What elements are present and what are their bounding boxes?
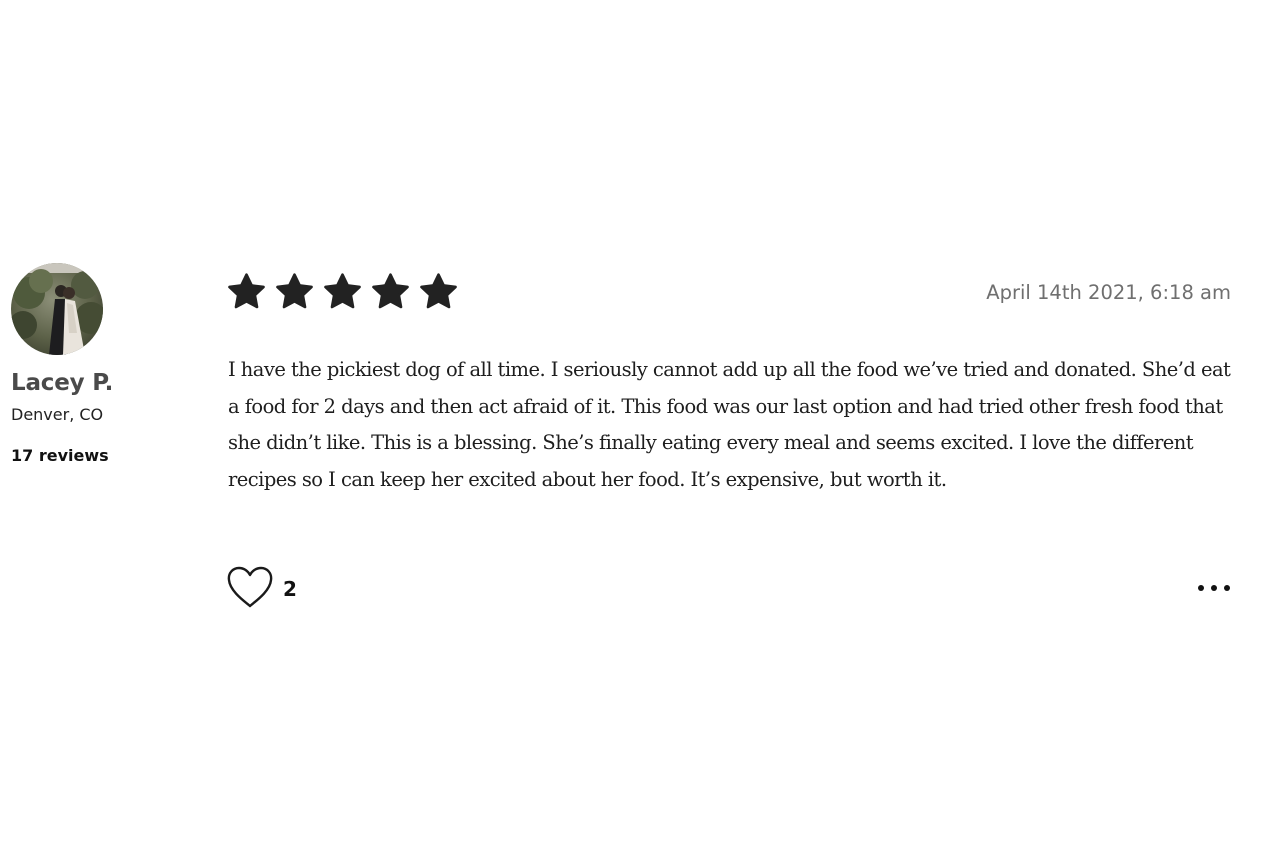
- like-button[interactable]: [226, 565, 274, 611]
- star-icon: [228, 273, 265, 309]
- star-rating: [226, 272, 459, 312]
- star-icon: [276, 273, 313, 309]
- heart-outline-icon: [227, 566, 273, 608]
- review-date: April 14th 2021, 6:18 am: [986, 281, 1231, 304]
- more-options-icon-dot: [1224, 585, 1230, 591]
- star-icon: [372, 273, 409, 309]
- review-text: I have the pickiest dog of all time. I s…: [228, 358, 1231, 491]
- like-count: 2: [283, 577, 297, 601]
- reviewer-avatar[interactable]: [11, 263, 103, 355]
- star-icon: [324, 273, 361, 309]
- reviewer-location: Denver, CO: [11, 405, 104, 424]
- star-icon: [420, 273, 457, 309]
- more-options-button[interactable]: [1196, 578, 1232, 598]
- more-options-icon-dot: [1211, 585, 1217, 591]
- reviewer-review-count[interactable]: 17 reviews: [11, 445, 191, 467]
- avatar-image: [11, 263, 103, 355]
- review-card: Lacey P. Denver, CO 17 reviews April 14t…: [0, 0, 1280, 853]
- reviewer-name[interactable]: Lacey P.: [11, 368, 191, 398]
- more-options-icon-dot: [1198, 585, 1204, 591]
- reviewer-info: Lacey P. Denver, CO 17 reviews: [11, 263, 191, 467]
